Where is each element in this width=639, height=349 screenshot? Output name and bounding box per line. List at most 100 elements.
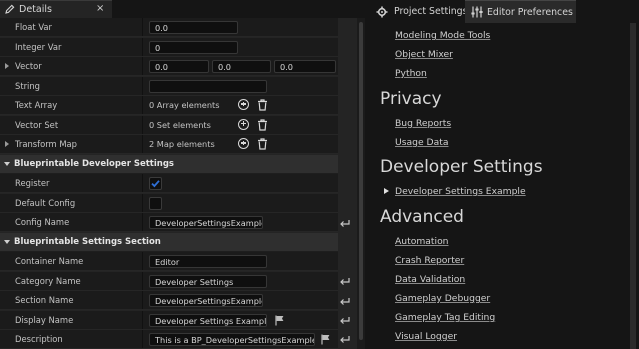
section-heading-privacy: Privacy bbox=[380, 89, 442, 109]
nav-link-crash-reporter[interactable]: Crash Reporter bbox=[395, 255, 464, 266]
property-label: Category Name bbox=[15, 275, 81, 286]
localization-flag-icon[interactable] bbox=[321, 334, 330, 345]
property-row-vector: Vector 0.0 0.0 0.0 bbox=[0, 57, 338, 77]
property-label: Config Name bbox=[15, 217, 70, 227]
category-title: Blueprintable Developer Settings bbox=[14, 158, 174, 169]
trash-icon[interactable] bbox=[257, 99, 268, 111]
default-config-checkbox[interactable] bbox=[149, 196, 162, 210]
close-icon[interactable]: × bbox=[96, 3, 104, 14]
nav-link-object-mixer[interactable]: Object Mixer bbox=[395, 49, 453, 60]
preferences-nav: Modeling Mode Tools Object Mixer Python … bbox=[368, 23, 639, 349]
float-var-input[interactable]: 0.0 bbox=[149, 21, 238, 34]
property-row-display-name: Display Name Developer Settings Example bbox=[0, 310, 338, 330]
tab-project-settings[interactable]: Project Settings bbox=[368, 0, 468, 23]
nav-link-visual-logger[interactable]: Visual Logger bbox=[395, 331, 457, 342]
nav-link-gameplay-tag-editing[interactable]: Gameplay Tag Editing bbox=[395, 312, 495, 323]
property-label: Vector Set bbox=[15, 119, 59, 130]
property-label: Float Var bbox=[15, 22, 52, 32]
preferences-tab-bar: Project Settings Editor Preferences bbox=[368, 0, 639, 23]
details-panel: Details × Float Var 0.0 Integer Var 0 Ve… bbox=[0, 0, 365, 349]
nav-link-python[interactable]: Python bbox=[395, 68, 427, 79]
property-label: Text Array bbox=[15, 100, 58, 110]
tab-editor-preferences[interactable]: Editor Preferences bbox=[465, 0, 576, 23]
preferences-scrollbar[interactable] bbox=[630, 23, 636, 349]
property-row-category-name: Category Name Developer Settings bbox=[0, 271, 338, 291]
section-heading-advanced: Advanced bbox=[380, 207, 464, 227]
property-label: Register bbox=[15, 178, 50, 188]
integer-var-input[interactable]: 0 bbox=[149, 40, 238, 54]
property-row-transform-map: Transform Map 2 Map elements bbox=[0, 135, 338, 155]
category-name-input[interactable]: Developer Settings bbox=[149, 274, 267, 288]
nav-link-usage-data[interactable]: Usage Data bbox=[395, 137, 448, 148]
register-checkbox[interactable] bbox=[149, 177, 162, 190]
details-tab[interactable]: Details × bbox=[0, 0, 112, 18]
section-heading-developer-settings: Developer Settings bbox=[380, 157, 543, 177]
category-title: Blueprintable Settings Section bbox=[14, 236, 161, 247]
property-label: Vector bbox=[15, 61, 42, 71]
reset-to-default-icon[interactable] bbox=[339, 276, 350, 286]
property-row-config-name: Config Name DeveloperSettingsExample bbox=[0, 213, 338, 233]
nav-link-data-validation[interactable]: Data Validation bbox=[395, 274, 465, 285]
checkmark-icon bbox=[151, 180, 160, 188]
config-name-input[interactable]: DeveloperSettingsExample bbox=[149, 216, 263, 229]
property-label: Default Config bbox=[15, 197, 76, 208]
details-tab-title: Details bbox=[19, 4, 52, 15]
trash-icon[interactable] bbox=[257, 118, 268, 131]
property-label: Transform Map bbox=[15, 139, 77, 149]
add-element-icon[interactable] bbox=[238, 118, 249, 130]
reset-to-default-icon[interactable] bbox=[339, 218, 350, 228]
vector-z-input[interactable]: 0.0 bbox=[274, 60, 336, 73]
property-label: Section Name bbox=[15, 295, 74, 305]
collapse-arrow-icon bbox=[4, 239, 10, 244]
vector-x-input[interactable]: 0.0 bbox=[149, 60, 209, 73]
localization-flag-icon[interactable] bbox=[275, 315, 284, 326]
category-settings-section[interactable]: Blueprintable Settings Section bbox=[0, 232, 338, 252]
property-row-vector-set: Vector Set 0 Set elements bbox=[0, 115, 338, 135]
description-input[interactable]: This is a BP_DeveloperSettingsExample c bbox=[149, 333, 315, 346]
property-row-string: String bbox=[0, 76, 338, 96]
tab-label: Project Settings bbox=[394, 6, 468, 17]
reset-to-default-icon[interactable] bbox=[339, 296, 350, 306]
sliders-icon bbox=[471, 6, 483, 18]
tab-label: Editor Preferences bbox=[487, 7, 573, 18]
section-name-input[interactable]: DeveloperSettingsExample bbox=[149, 294, 263, 307]
expand-arrow-icon[interactable] bbox=[5, 63, 9, 69]
property-row-integer-var: Integer Var 0 bbox=[0, 37, 338, 57]
nav-link-automation[interactable]: Automation bbox=[395, 236, 449, 247]
trash-icon[interactable] bbox=[257, 138, 268, 150]
property-label: Integer Var bbox=[15, 41, 62, 52]
property-row-float-var: Float Var 0.0 bbox=[0, 18, 338, 38]
string-input[interactable] bbox=[149, 79, 267, 93]
nav-link-gameplay-debugger[interactable]: Gameplay Debugger bbox=[395, 293, 490, 304]
reset-to-default-icon[interactable] bbox=[339, 334, 350, 344]
collapse-arrow-icon bbox=[4, 161, 10, 166]
reset-to-default-icon[interactable] bbox=[339, 315, 350, 325]
add-element-icon[interactable] bbox=[238, 99, 249, 110]
property-label: String bbox=[15, 80, 40, 91]
property-label: Container Name bbox=[15, 256, 84, 266]
property-row-container-name: Container Name Editor bbox=[0, 252, 338, 272]
property-row-section-name: Section Name DeveloperSettingsExample bbox=[0, 291, 338, 311]
nav-link-modeling-mode-tools[interactable]: Modeling Mode Tools bbox=[395, 30, 490, 41]
property-label: Description bbox=[15, 334, 63, 344]
add-element-icon[interactable] bbox=[238, 138, 249, 149]
details-scrollbar[interactable] bbox=[359, 22, 363, 340]
property-row-register: Register bbox=[0, 174, 338, 194]
set-count: 0 Set elements bbox=[149, 119, 211, 130]
array-count: 0 Array elements bbox=[149, 100, 220, 110]
nav-link-bug-reports[interactable]: Bug Reports bbox=[395, 118, 451, 129]
expand-arrow-icon[interactable] bbox=[5, 141, 9, 147]
pencil-icon bbox=[5, 4, 15, 14]
container-name-input[interactable]: Editor bbox=[149, 255, 267, 268]
nav-link-developer-settings-example[interactable]: Developer Settings Example bbox=[395, 186, 526, 197]
expand-arrow-icon[interactable] bbox=[384, 187, 389, 194]
property-row-default-config: Default Config bbox=[0, 193, 338, 213]
vector-y-input[interactable]: 0.0 bbox=[212, 60, 271, 73]
display-name-input[interactable]: Developer Settings Example bbox=[149, 313, 267, 327]
property-row-description: Description This is a BP_DeveloperSettin… bbox=[0, 330, 338, 349]
property-label: Display Name bbox=[15, 314, 74, 325]
category-developer-settings[interactable]: Blueprintable Developer Settings bbox=[0, 154, 338, 174]
map-count: 2 Map elements bbox=[149, 139, 215, 149]
gear-icon bbox=[376, 6, 388, 18]
editor-preferences-panel: Project Settings Editor Preferences Mode… bbox=[368, 0, 639, 349]
